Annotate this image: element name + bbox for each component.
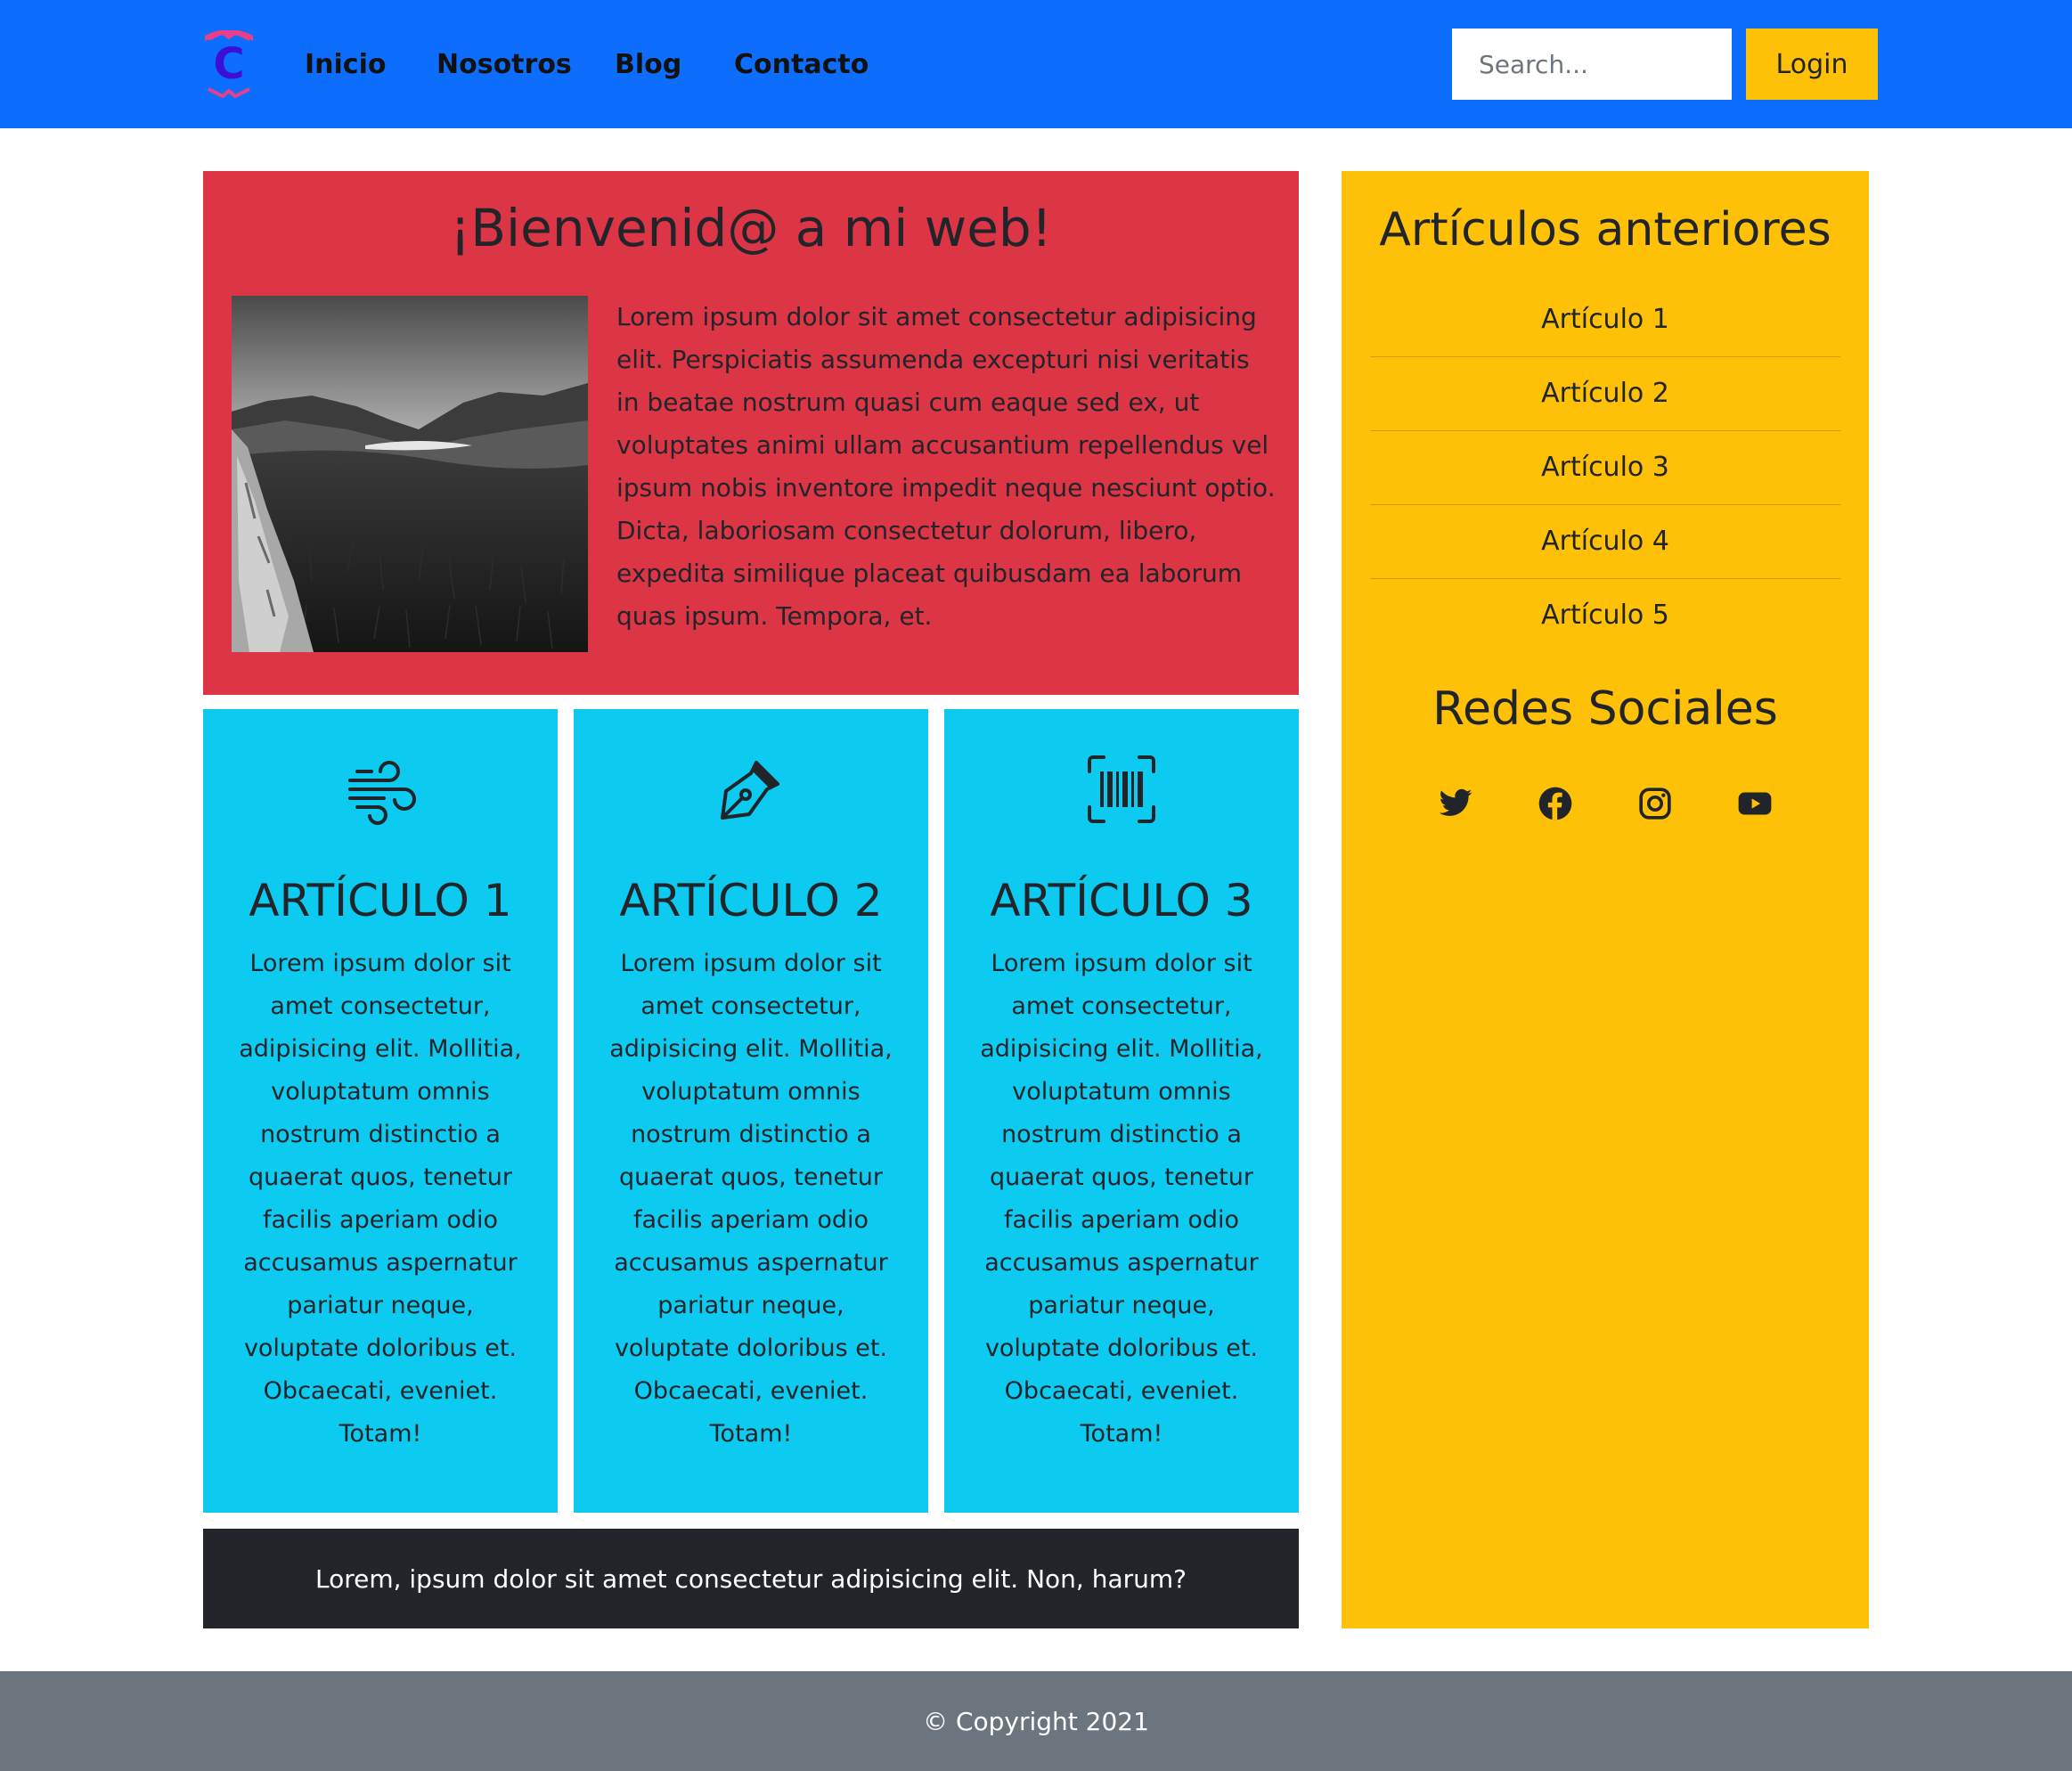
article-card-1: ARTÍCULO 1 Lorem ipsum dolor sit amet co…: [203, 709, 558, 1513]
article-card-3: ARTÍCULO 3 Lorem ipsum dolor sit amet co…: [944, 709, 1299, 1513]
welcome-section: ¡Bienvenid@ a mi web! Lorem ipsum dolor …: [203, 171, 1299, 695]
pen-nib-icon: [721, 761, 779, 820]
article-text: Lorem ipsum dolor sit amet consectetur, …: [609, 950, 893, 1448]
brand-logo-icon[interactable]: C: [201, 30, 257, 98]
barcode-scan-icon: [1088, 755, 1155, 823]
nav-link-nosotros[interactable]: Nosotros: [436, 43, 572, 87]
article-title: ARTÍCULO 2: [619, 875, 883, 926]
previous-article-link[interactable]: Artículo 2: [1370, 357, 1840, 431]
banner-text: Lorem, ipsum dolor sit amet consectetur …: [314, 1563, 1187, 1594]
navbar: C Inicio Nosotros Blog Contacto Login: [0, 0, 2072, 128]
social-networks-title: Redes Sociales: [1432, 682, 1778, 736]
footer: © Copyright 2021: [0, 1671, 2072, 1771]
svg-text:C: C: [213, 39, 244, 89]
welcome-text: Lorem ipsum dolor sit amet consectetur a…: [616, 302, 1276, 631]
previous-article-link[interactable]: Artículo 4: [1370, 505, 1840, 579]
wind-icon: [348, 761, 416, 825]
article-text: Lorem ipsum dolor sit amet consectetur, …: [980, 950, 1263, 1448]
article-text: Lorem ipsum dolor sit amet consectetur, …: [239, 950, 522, 1448]
previous-article-link[interactable]: Artículo 3: [1370, 431, 1840, 505]
previous-article-link[interactable]: Artículo 5: [1370, 579, 1840, 652]
previous-articles-list: Artículo 1 Artículo 2 Artículo 3 Artícul…: [1370, 283, 1840, 652]
login-button[interactable]: Login: [1746, 29, 1878, 100]
copyright-text: © Copyright 2021: [923, 1706, 1149, 1736]
search-input[interactable]: [1452, 29, 1732, 100]
previous-article-link[interactable]: Artículo 1: [1370, 283, 1840, 357]
article-title: ARTÍCULO 1: [249, 875, 512, 926]
youtube-icon[interactable]: [1737, 786, 1773, 821]
landscape-photo: [232, 296, 588, 652]
facebook-icon[interactable]: [1538, 786, 1573, 821]
welcome-title: ¡Bienvenid@ a mi web!: [450, 198, 1052, 258]
article-title: ARTÍCULO 3: [990, 875, 1253, 926]
instagram-icon[interactable]: [1637, 786, 1673, 821]
nav-link-contacto[interactable]: Contacto: [734, 43, 869, 87]
nav-link-blog[interactable]: Blog: [615, 43, 681, 87]
sidebar: Artículos anteriores Artículo 1 Artículo…: [1342, 171, 1869, 1628]
twitter-icon[interactable]: [1438, 786, 1473, 821]
dark-banner: Lorem, ipsum dolor sit amet consectetur …: [203, 1529, 1299, 1628]
previous-articles-title: Artículos anteriores: [1379, 203, 1831, 257]
nav-link-inicio[interactable]: Inicio: [305, 43, 386, 87]
article-card-2: ARTÍCULO 2 Lorem ipsum dolor sit amet co…: [574, 709, 928, 1513]
